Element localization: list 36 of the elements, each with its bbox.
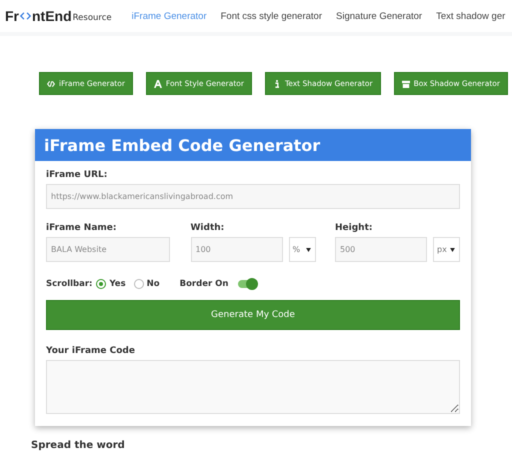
logo-text: ntEnd [32, 8, 72, 24]
radio-label: No [146, 279, 160, 289]
code-icon [47, 80, 55, 88]
generate-button[interactable]: Generate My Code [46, 300, 460, 330]
option-label: Border On [180, 279, 228, 289]
nav-link[interactable]: Font css style generator [220, 10, 322, 22]
info-icon [272, 80, 281, 88]
field-label: Height: [335, 223, 374, 233]
radio-button[interactable] [96, 279, 106, 289]
gift-icon [402, 80, 410, 88]
width-field[interactable]: 100 [190, 237, 282, 262]
url-field[interactable]: https://www.blackamericanslivingabroad.com [46, 184, 460, 209]
card-title: iFrame Embed Code Generator [44, 136, 320, 154]
font-icon [154, 80, 162, 88]
field-label: Your iFrame Code [46, 346, 136, 356]
logo-text: Fr [5, 8, 19, 24]
field-label: Width: [190, 223, 226, 233]
nav-link[interactable]: Text shadow ger [436, 10, 506, 22]
caret-icon [306, 248, 310, 252]
caret-icon [450, 248, 455, 252]
field-label: iFrame URL: [46, 170, 108, 180]
nav-link[interactable]: Signature Generator [336, 10, 422, 22]
height-field[interactable]: 500 [335, 237, 427, 262]
section-heading: Spread the word [31, 440, 126, 451]
option-label: Scrollbar: [46, 279, 92, 289]
unit-select[interactable]: % [288, 237, 316, 262]
field-label: iFrame Name: [46, 223, 118, 233]
code-output-field[interactable] [46, 360, 460, 414]
logo-suffix: Resource [72, 12, 112, 22]
radio-label: Yes [109, 279, 126, 289]
unit-select[interactable]: px [433, 237, 460, 262]
toggle-switch[interactable] [238, 280, 256, 288]
code-icon [20, 10, 31, 22]
nav-link[interactable]: iFrame Generator [132, 10, 207, 22]
radio-button[interactable] [134, 279, 144, 289]
name-field[interactable]: BALA Website [46, 237, 170, 262]
